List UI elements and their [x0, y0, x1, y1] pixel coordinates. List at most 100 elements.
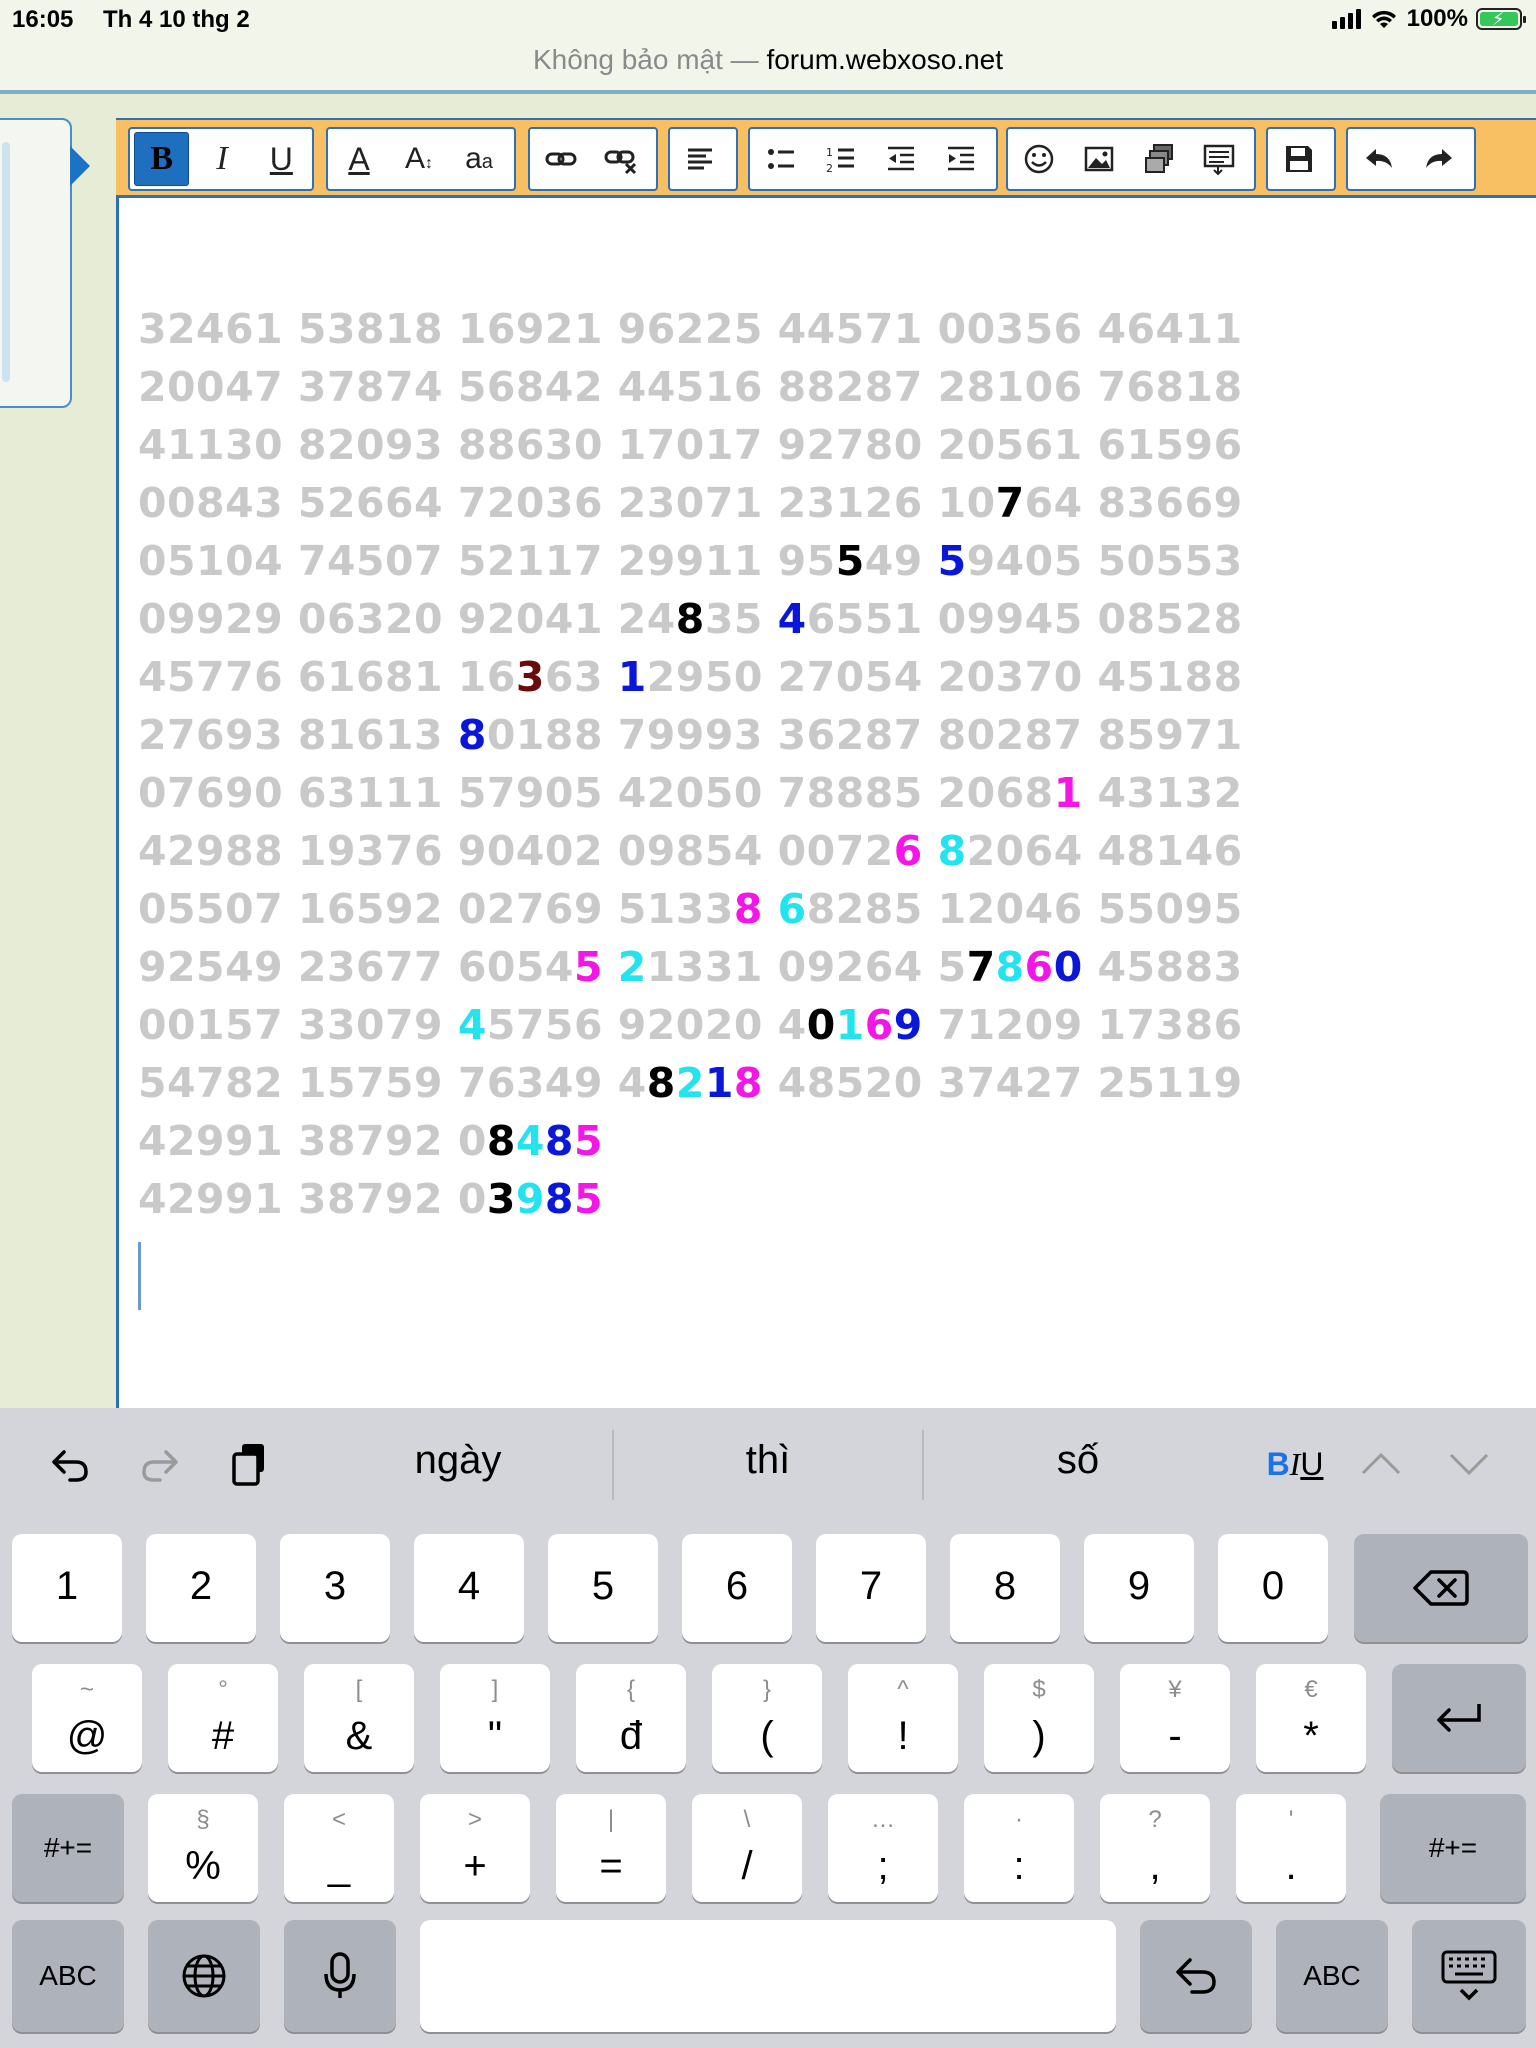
symbol-key[interactable]: }(	[712, 1664, 822, 1772]
key-1[interactable]: 1	[12, 1534, 122, 1642]
undo-key[interactable]	[1140, 1920, 1252, 2032]
key-label: ,	[1149, 1844, 1161, 1888]
key-5[interactable]: 5	[548, 1534, 658, 1642]
key-label: &	[345, 1714, 373, 1758]
abc-key-left[interactable]: ABC	[12, 1920, 124, 2032]
abc-label: ABC	[1303, 1960, 1361, 1991]
symbol-key[interactable]: ^!	[848, 1664, 958, 1772]
key-label: %	[185, 1844, 221, 1888]
key-4[interactable]: 4	[414, 1534, 524, 1642]
abc-key-right[interactable]: ABC	[1276, 1920, 1388, 2032]
symbol-key[interactable]: ·:	[964, 1794, 1074, 1902]
side-panel[interactable]	[0, 118, 72, 408]
undo-button[interactable]	[1352, 133, 1406, 185]
key-0[interactable]: 0	[1218, 1534, 1328, 1642]
numbered-list-button[interactable]: 12	[814, 133, 868, 185]
editor-line: 45776 61681 16363 12950 27054 20370 4518…	[138, 648, 1243, 706]
text-segment: 00157 33079	[138, 1001, 458, 1049]
key-8[interactable]: 8	[950, 1534, 1060, 1642]
symbol-key[interactable]: §%	[148, 1794, 258, 1902]
symbol-key[interactable]: ~ @	[32, 1664, 142, 1772]
font-color-button[interactable]: A	[332, 133, 386, 185]
key-9[interactable]: 9	[1084, 1534, 1194, 1642]
abc-label: ABC	[39, 1960, 97, 1991]
next-field-button[interactable]	[1444, 1436, 1494, 1492]
redo-icon	[1426, 149, 1452, 168]
underline-button[interactable]: U	[255, 133, 308, 185]
font-family-button[interactable]: aa	[452, 133, 506, 185]
text-segment: 8	[675, 595, 705, 643]
symbol-key[interactable]: {đ	[576, 1664, 686, 1772]
image-button[interactable]	[1072, 133, 1126, 185]
collapse-arrow-icon[interactable]	[70, 146, 90, 186]
symbol-key[interactable]: | =	[556, 1794, 666, 1902]
globe-key[interactable]	[148, 1920, 260, 2032]
unlink-button[interactable]	[594, 133, 648, 185]
symbol-key[interactable]: ?,	[1100, 1794, 1210, 1902]
link-button[interactable]	[534, 133, 588, 185]
key-7[interactable]: 7	[816, 1534, 926, 1642]
return-key[interactable]	[1392, 1664, 1526, 1772]
key-alt-label: ~	[79, 1676, 94, 1703]
cellular-signal-icon	[1331, 9, 1361, 29]
key-label: (	[760, 1714, 774, 1758]
keyboard-paste-button[interactable]	[220, 1436, 280, 1492]
symbol-key[interactable]: [&	[304, 1664, 414, 1772]
text-segment: 2	[617, 943, 647, 991]
editor-line: 05507 16592 02769 51338 68285 12046 5509…	[138, 880, 1243, 938]
symbol-key[interactable]: > +	[420, 1794, 530, 1902]
suggestion-1[interactable]: ngày	[338, 1438, 578, 1483]
previous-field-button[interactable]	[1356, 1436, 1406, 1492]
symbol-key[interactable]: …;	[828, 1794, 938, 1902]
text-segment: 92549 23677 6054	[138, 943, 574, 991]
quote-button[interactable]	[1192, 133, 1246, 185]
symbol-key[interactable]: \ /	[692, 1794, 802, 1902]
biu-format-button[interactable]: BIU	[1252, 1436, 1338, 1492]
text-segment: 5	[573, 1175, 603, 1223]
more-symbols-key-right[interactable]: #+=	[1380, 1794, 1526, 1902]
symbol-key[interactable]: € *	[1256, 1664, 1366, 1772]
toolbar-group-insert	[1006, 127, 1256, 191]
text-segment: 45883	[1082, 943, 1243, 991]
keyboard-undo-button[interactable]	[40, 1436, 100, 1492]
key-6[interactable]: 6	[682, 1534, 792, 1642]
key-2[interactable]: 2	[146, 1534, 256, 1642]
microphone-key[interactable]	[284, 1920, 396, 2032]
key-3[interactable]: 3	[280, 1534, 390, 1642]
suggestion-2[interactable]: thì	[648, 1438, 888, 1483]
symbol-key[interactable]: ¥ -	[1120, 1664, 1230, 1772]
text-segment: 8	[457, 711, 487, 759]
media-button[interactable]	[1132, 133, 1186, 185]
symbol-key[interactable]: ] "	[440, 1664, 550, 1772]
outdent-button[interactable]	[874, 133, 928, 185]
editor-content[interactable]: 32461 53818 16921 96225 44571 00356 4641…	[138, 300, 1243, 1228]
undo-arrow-icon	[1176, 1958, 1216, 1994]
font-size-button[interactable]: A↕	[392, 133, 446, 185]
italic-button[interactable]: I	[195, 133, 248, 185]
onscreen-keyboard: ngày thì số BIU #+= #+= ABC ABC 1234567	[0, 1408, 1536, 2048]
numbered-list-icon: 12	[826, 146, 854, 175]
symbol-key[interactable]: $)	[984, 1664, 1094, 1772]
bullet-list-button[interactable]	[754, 133, 808, 185]
keyboard-redo-button[interactable]	[130, 1436, 190, 1492]
text-segment	[923, 827, 938, 875]
bold-button[interactable]: B	[134, 132, 190, 186]
media-icon	[1145, 144, 1173, 173]
hide-keyboard-key[interactable]	[1412, 1920, 1526, 2032]
text-segment: 5756 92020 4	[486, 1001, 807, 1049]
suggestion-3[interactable]: số	[958, 1438, 1198, 1483]
text-segment: 1	[704, 1059, 734, 1107]
symbol-key[interactable]: '.	[1236, 1794, 1346, 1902]
key-label: !	[897, 1714, 909, 1758]
symbol-key[interactable]: < _	[284, 1794, 394, 1902]
indent-button[interactable]	[934, 133, 988, 185]
align-button[interactable]	[674, 133, 728, 185]
space-key[interactable]	[420, 1920, 1116, 2032]
redo-button[interactable]	[1412, 133, 1466, 185]
url-bar[interactable]: Không bảo mật — forum.webxoso.net	[0, 40, 1536, 92]
save-button[interactable]	[1272, 133, 1326, 185]
smiley-button[interactable]	[1012, 133, 1066, 185]
more-symbols-key-left[interactable]: #+=	[12, 1794, 124, 1902]
symbol-key[interactable]: ° #	[168, 1664, 278, 1772]
delete-key[interactable]	[1354, 1534, 1528, 1642]
